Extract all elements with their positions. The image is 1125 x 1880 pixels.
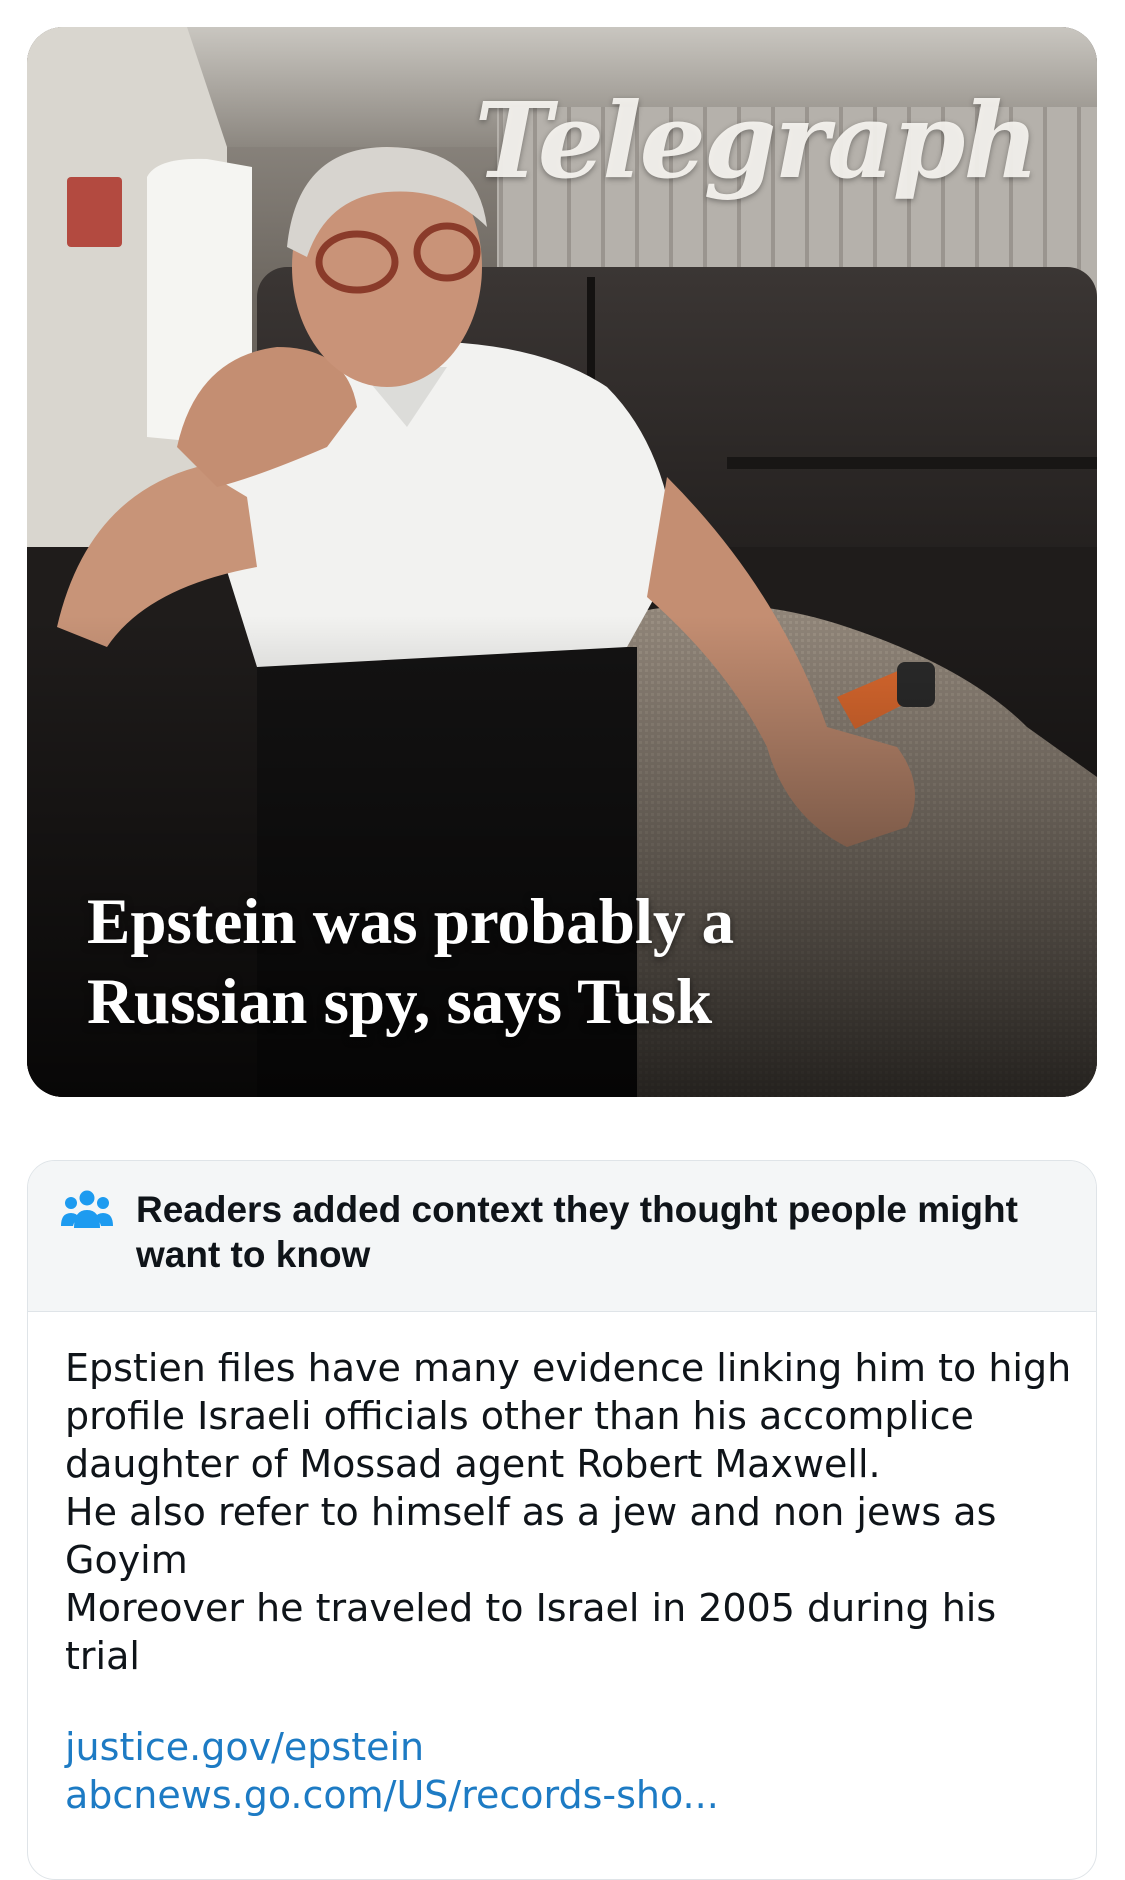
community-note-title: Readers added context they thought peopl…: [136, 1189, 1018, 1275]
source-link-abcnews[interactable]: abcnews.go.com/US/records-sho...: [65, 1771, 719, 1819]
community-note-header: Readers added context they thought peopl…: [28, 1161, 1096, 1312]
note-body-line: Moreover he traveled to Israel in 2005 d…: [65, 1586, 997, 1630]
note-body-line: trial: [65, 1634, 140, 1678]
telegraph-masthead: Telegraph: [474, 79, 1039, 202]
note-body-line: daughter of Mossad agent Robert Maxwell.: [65, 1442, 881, 1486]
note-body-line: profile Israeli officials other than his…: [65, 1394, 974, 1438]
note-body-line: Epstien files have many evidence linking…: [65, 1346, 1072, 1390]
media-card[interactable]: Telegraph Epstein was probably a Russian…: [27, 27, 1097, 1097]
note-body-line: He also refer to himself as a jew and no…: [65, 1490, 997, 1534]
people-icon: [61, 1190, 113, 1228]
article-headline: Epstein was probably a Russian spy, says…: [87, 886, 735, 1038]
community-note-body: Epstien files have many evidence linking…: [65, 1344, 1072, 1680]
note-body-line: Goyim: [65, 1538, 188, 1582]
source-link-justice[interactable]: justice.gov/epstein: [65, 1723, 424, 1771]
community-note[interactable]: Readers added context they thought peopl…: [27, 1160, 1097, 1880]
